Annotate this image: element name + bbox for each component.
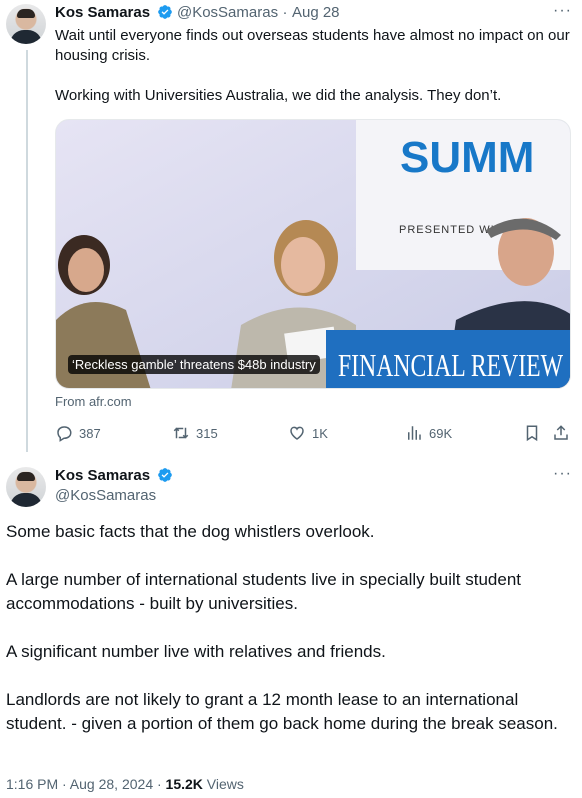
link-card[interactable]: SUMM PRESENTED WIT FINANCIAL REVIEW ‘Rec… <box>55 119 571 389</box>
verified-badge-icon <box>157 5 172 19</box>
reply-button[interactable]: 387 <box>55 424 101 442</box>
views-count: 69K <box>429 425 453 441</box>
like-count: 1K <box>312 425 328 441</box>
share-icon <box>554 425 568 440</box>
bookmark-icon <box>526 425 538 442</box>
view-count: 15.2K <box>165 776 203 792</box>
tweet1-header: Kos Samaras @KosSamaras · Aug 28 <box>55 4 340 22</box>
views-button[interactable]: 69K <box>405 424 452 442</box>
views-label: Views <box>206 776 244 792</box>
like-button[interactable]: 1K <box>288 424 328 442</box>
thread-line <box>26 50 28 452</box>
repost-button[interactable]: 315 <box>172 424 218 442</box>
banner-text: SUMM <box>400 133 534 182</box>
card-source[interactable]: From afr.com <box>55 394 132 409</box>
tweet2-header: Kos Samaras <box>55 467 173 485</box>
tweet1-text: Wait until everyone finds out overseas s… <box>55 26 570 126</box>
avatar[interactable] <box>6 4 46 44</box>
separator: · <box>282 4 288 21</box>
share-button[interactable] <box>552 424 570 442</box>
verified-badge-icon <box>157 468 172 482</box>
tweet2-paragraph: Some basic facts that the dog whistlers … <box>6 522 375 541</box>
card-image: SUMM PRESENTED WIT FINANCIAL REVIEW <box>56 120 570 388</box>
tweet-timestamp[interactable]: 1:16 PM · Aug 28, 2024 · <box>6 776 166 792</box>
tweet2-paragraph: A large number of international students… <box>6 570 522 613</box>
more-icon[interactable]: ··· <box>553 465 572 483</box>
author-handle[interactable]: @KosSamaras <box>55 487 156 504</box>
repost-icon <box>173 427 189 439</box>
tweet-date[interactable]: Aug 28 <box>292 4 340 21</box>
more-icon[interactable]: ··· <box>553 2 572 20</box>
tweet2-text: Some basic facts that the dog whistlers … <box>6 520 566 760</box>
author-handle[interactable]: @KosSamaras <box>177 4 278 21</box>
bookmark-button[interactable] <box>523 424 541 442</box>
tweet-meta: 1:16 PM · Aug 28, 2024 · 15.2K Views <box>6 776 244 792</box>
avatar[interactable] <box>6 467 46 507</box>
tweet2-paragraph: Landlords are not likely to grant a 12 m… <box>6 690 558 733</box>
tweet1-paragraph: Working with Universities Australia, we … <box>55 87 502 104</box>
masthead-text: FINANCIAL REVIEW <box>338 347 564 383</box>
author-name[interactable]: Kos Samaras <box>55 4 150 21</box>
reply-count: 387 <box>79 425 101 441</box>
like-icon <box>290 426 304 440</box>
card-headline: ‘Reckless gamble’ threatens $48b industr… <box>68 355 320 374</box>
repost-count: 315 <box>196 425 218 441</box>
reply-icon <box>57 426 72 442</box>
tweet1-paragraph: Wait until everyone finds out overseas s… <box>55 27 570 64</box>
views-icon <box>408 426 421 440</box>
tweet2-paragraph: A significant number live with relatives… <box>6 642 386 661</box>
tweet1-actions: 387 315 1K 69K <box>55 424 571 444</box>
author-name[interactable]: Kos Samaras <box>55 467 150 484</box>
